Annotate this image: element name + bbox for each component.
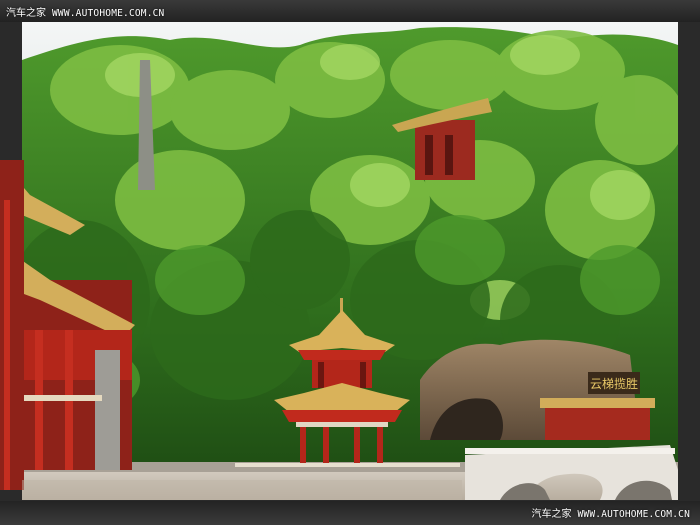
watermark-url: WWW.AUTOHOME.COM.CN: [52, 8, 165, 19]
watermark-url: WWW.AUTOHOME.COM.CN: [577, 509, 690, 520]
watermark-brand: 汽车之家: [531, 509, 572, 520]
temple-plaque-text: 云梯揽胜: [590, 376, 638, 391]
temple-landscape-photo: 云梯揽胜: [0, 0, 700, 525]
photo-frame: 云梯揽胜 汽车之家 WWW.AUTOHOME.COM.CN 汽车之家 WWW.A…: [0, 0, 700, 525]
watermark-brand: 汽车之家: [6, 8, 46, 19]
watermark-top: 汽车之家 WWW.AUTOHOME.COM.CN: [6, 4, 164, 19]
watermark-bottom: 汽车之家 WWW.AUTOHOME.COM.CN: [532, 505, 690, 520]
